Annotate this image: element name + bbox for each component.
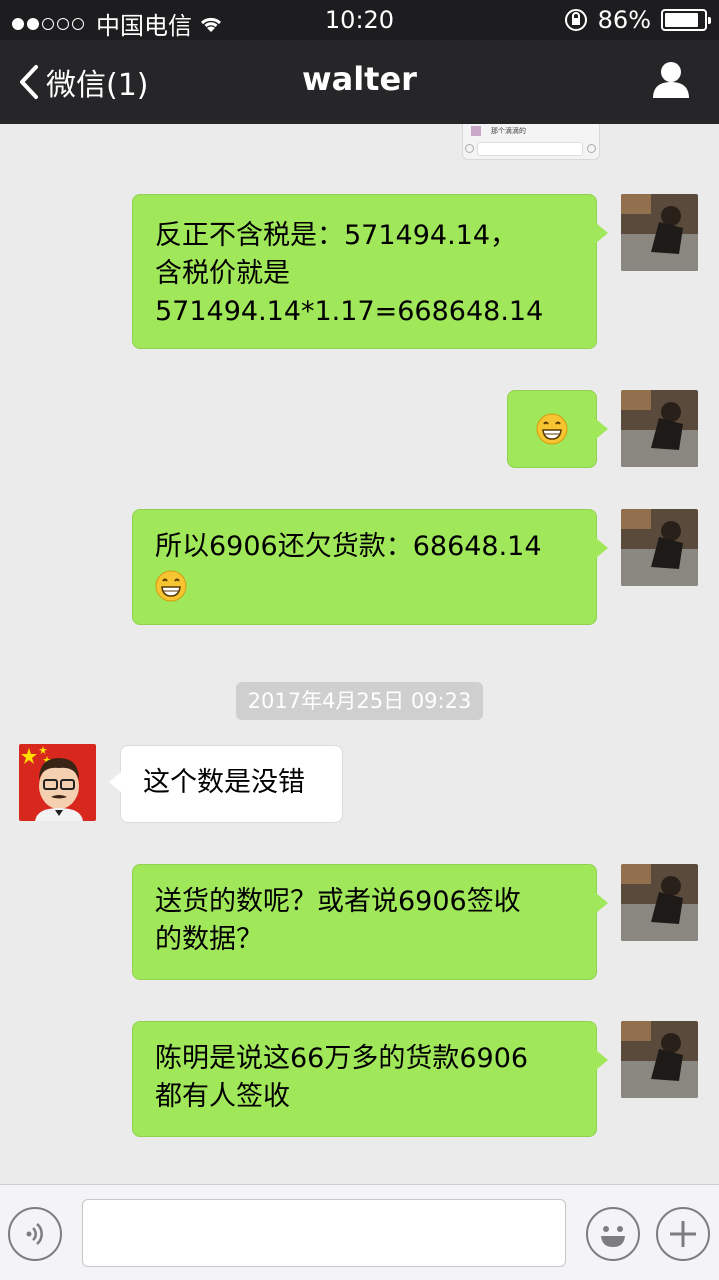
voice-icon (26, 1223, 43, 1245)
message-text: 这个数是没错 (143, 767, 305, 798)
message-bubble-received[interactable]: 这个数是没错 (109, 745, 343, 823)
thumbnail-emoji-icon (587, 144, 596, 153)
more-options-button[interactable] (656, 1207, 710, 1261)
my-avatar[interactable] (621, 509, 698, 586)
chat-area[interactable]: 那个滴滴的 反正不含税是：571494.14， 含税价就是 571494.14*… (0, 124, 719, 1184)
my-avatar[interactable] (621, 194, 698, 271)
rotation-lock-icon (564, 9, 587, 31)
my-avatar[interactable] (621, 1021, 698, 1098)
message-bubble-sent[interactable]: 陈明是说这66万多的货款6906 都有人签收 (132, 1021, 608, 1137)
message-text: 陈明是说这66万多的货款6906 都有人签收 (155, 1043, 529, 1112)
thumbnail-avatar (471, 126, 481, 136)
profile-icon[interactable] (651, 60, 691, 100)
thumbnail-text: 那个滴滴的 (491, 127, 526, 135)
message-text: 送货的数呢？或者说6906签收 的数据？ (155, 886, 521, 955)
message-bubble-sent[interactable]: 所以6906还欠货款：68648.14 (132, 509, 608, 625)
grin-emoji-icon (536, 413, 568, 444)
nav-bar: 微信(1) walter (0, 40, 719, 124)
plus-icon (670, 1221, 696, 1247)
message-text: 反正不含税是：571494.14， 含税价就是 571494.14*1.17=6… (155, 220, 544, 327)
message-bubble-sent[interactable]: 送货的数呢？或者说6906签收 的数据？ (132, 864, 608, 980)
chat-title: walter (302, 60, 417, 98)
grin-emoji-icon (155, 570, 187, 601)
emoji-button[interactable] (586, 1207, 640, 1261)
previous-image-thumbnail[interactable]: 那个滴滴的 (462, 124, 600, 160)
input-bar (0, 1184, 719, 1280)
status-bar: 中国电信 10:20 86% (0, 0, 719, 40)
thumbnail-voice-icon (465, 144, 474, 153)
smiley-icon (601, 1226, 625, 1247)
message-input[interactable] (82, 1199, 566, 1267)
thumbnail-input (477, 142, 583, 156)
contact-avatar[interactable] (19, 744, 96, 821)
status-right: 86% (564, 6, 711, 34)
my-avatar[interactable] (621, 390, 698, 467)
message-bubble-sent[interactable] (507, 390, 608, 468)
my-avatar[interactable] (621, 864, 698, 941)
timestamp-divider: 2017年4月25日 09:23 (236, 682, 483, 720)
battery-icon (661, 9, 711, 31)
voice-input-button[interactable] (8, 1207, 62, 1261)
message-text: 所以6906还欠货款：68648.14 (155, 531, 542, 562)
message-bubble-sent[interactable]: 反正不含税是：571494.14， 含税价就是 571494.14*1.17=6… (132, 194, 608, 349)
battery-percent: 86% (597, 6, 651, 34)
